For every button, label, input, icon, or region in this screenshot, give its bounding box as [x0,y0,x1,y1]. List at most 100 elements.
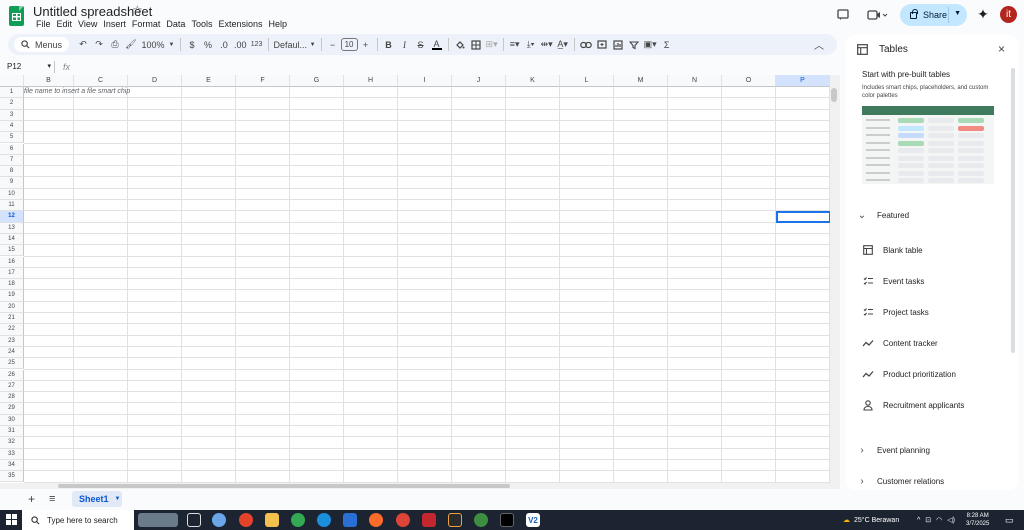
menu-help[interactable]: Help [265,18,290,30]
strikethrough-button[interactable]: S [413,34,429,55]
clock[interactable]: 8:28 AM 3/7/2025 [966,510,989,530]
row-header[interactable]: 26 [0,369,24,381]
row-header[interactable]: 13 [0,222,24,234]
undo-icon[interactable]: ↶ [75,34,91,55]
add-sheet-icon[interactable]: + [28,492,35,506]
menu-insert[interactable]: Insert [100,18,129,30]
row-header[interactable]: 11 [0,200,24,212]
increase-font-size-button[interactable]: + [358,34,374,55]
menu-edit[interactable]: Edit [54,18,76,30]
gemini-sparkle-icon[interactable]: ✦ [975,6,991,22]
insert-comment-icon[interactable] [594,34,610,55]
filezilla-icon[interactable] [422,513,436,527]
featured-toggle[interactable]: ⌄ Featured [856,209,909,221]
task-view-icon[interactable] [187,513,201,527]
spreadsheet-grid[interactable]: B C D E F G H I J K L M N O P 1 2 3 4 5 6 7 8 9 10 11 12 13 14 15 16 17… [0,75,830,483]
row-header[interactable]: 27 [0,380,24,393]
italic-button[interactable]: I [397,34,413,55]
redo-icon[interactable]: ↷ [91,34,107,55]
increase-decimal-button[interactable]: .00 [232,34,249,55]
weather-widget[interactable]: ☁ 25°C Berawan [843,510,899,530]
insert-link-icon[interactable] [578,34,594,55]
row-header[interactable]: 35 [0,471,24,483]
chrome-icon[interactable] [291,513,305,527]
column-header[interactable]: B [24,75,74,87]
number-format-button[interactable]: 123 [249,34,265,55]
column-header[interactable]: F [236,75,290,87]
column-header[interactable]: K [506,75,560,87]
close-icon[interactable]: × [998,42,1005,56]
all-sheets-icon[interactable]: ≡ [49,493,55,505]
template-event-tasks[interactable]: Event tasks [862,275,924,287]
row-header[interactable]: 19 [0,290,24,302]
print-icon[interactable]: ⎙ [107,34,123,55]
windows-start-icon[interactable] [6,514,17,528]
fill-color-icon[interactable] [452,34,468,55]
column-header[interactable]: G [290,75,344,87]
merge-cells-icon[interactable]: ⊞▾ [484,34,500,55]
row-header[interactable]: 33 [0,448,24,460]
column-header[interactable]: E [182,75,236,87]
collapse-toolbar-icon[interactable]: ︿ [811,34,827,55]
copilot-icon[interactable] [212,513,226,527]
comment-icon[interactable] [836,8,850,22]
row-header[interactable]: 7 [0,154,24,167]
sheet-tab[interactable]: Sheet1 ▼ [72,491,122,507]
column-header[interactable]: O [722,75,776,87]
text-rotation-icon[interactable]: A̲▾ [555,34,571,55]
row-header[interactable]: 20 [0,301,24,313]
menu-data[interactable]: Data [163,18,188,30]
row-header[interactable]: 30 [0,414,24,426]
zoom-select[interactable]: 100% ▼ [139,34,177,55]
taskbar-widget-image[interactable] [138,513,178,527]
system-tray[interactable]: ^ ⊡ ◠ ◁) [917,510,955,530]
formula-input[interactable] [78,60,840,74]
percent-button[interactable]: % [200,34,216,55]
notification-icon[interactable]: ▭ [1005,510,1014,530]
vertical-scroll-thumb[interactable] [831,88,837,102]
column-header[interactable]: J [452,75,506,87]
template-project-tasks[interactable]: Project tasks [862,306,929,318]
row-header[interactable]: 28 [0,392,24,404]
group-customer-relations[interactable]: › Customer relations [856,475,944,487]
row-header[interactable]: 22 [0,324,24,336]
filter-views-icon[interactable]: ▣▾ [642,34,659,55]
row-header[interactable]: 10 [0,188,24,200]
paint-format-icon[interactable]: 🖌︎ [123,34,139,55]
row-header[interactable]: 29 [0,403,24,415]
row-header[interactable]: 32 [0,437,24,449]
taskbar-search[interactable]: Type here to search [22,510,134,530]
vertical-scrollbar[interactable] [830,75,840,483]
row-header[interactable]: 24 [0,346,24,359]
chevron-down-icon[interactable]: ▼ [954,10,961,17]
horizontal-align-icon[interactable]: ≡▾ [507,34,523,55]
row-header[interactable]: 4 [0,120,24,133]
wifi-icon[interactable]: ◠ [936,516,942,524]
star-icon[interactable]: ☆ [132,3,143,17]
row-header[interactable]: 15 [0,245,24,257]
decrease-font-size-button[interactable]: − [325,34,341,55]
chrome-profile-icon[interactable] [396,513,410,527]
template-recruitment-applicants[interactable]: Recruitment applicants [862,399,964,411]
panel-scrollbar[interactable] [1011,68,1015,353]
column-header[interactable]: L [560,75,614,87]
vertical-align-icon[interactable]: ⤓▾ [523,34,539,55]
column-header[interactable]: P [776,75,830,87]
font-select[interactable]: Defaul... ▼ [272,34,318,55]
row-header[interactable]: 17 [0,267,24,280]
row-header[interactable]: 9 [0,177,24,189]
row-header[interactable]: 5 [0,132,24,144]
row-header[interactable]: 14 [0,233,24,246]
ws-app-icon[interactable] [474,513,488,527]
share-button[interactable]: Share ▼ [900,4,967,26]
v2-app-icon[interactable]: V2 [526,513,540,527]
selected-cell[interactable] [776,211,830,223]
store-icon[interactable] [343,513,357,527]
menu-file[interactable]: File [33,18,54,30]
row-header[interactable]: 18 [0,279,24,291]
select-all-corner[interactable] [0,75,24,87]
file-explorer-icon[interactable] [265,513,279,527]
sublime-icon[interactable] [448,513,462,527]
decrease-decimal-button[interactable]: .0 [216,34,232,55]
table-preview-image[interactable] [862,106,994,184]
